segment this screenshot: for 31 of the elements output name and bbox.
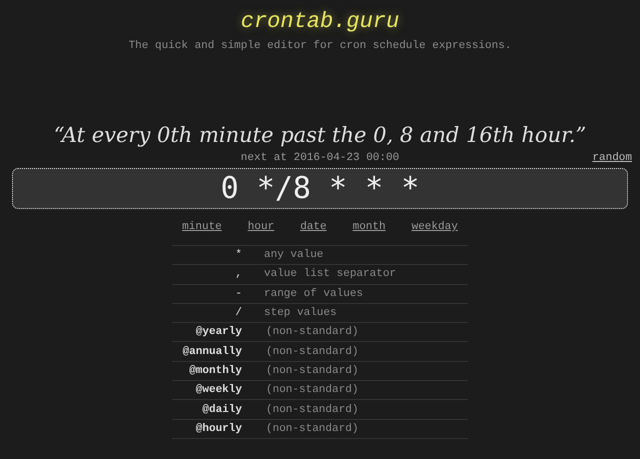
syntax-token: @yearly (194, 326, 242, 338)
field-link[interactable]: minute (182, 221, 222, 233)
syntax-token: - (234, 288, 242, 300)
syntax-token: , (234, 268, 242, 280)
syntax-token: / (234, 307, 242, 320)
next-run-text: next at 2016-04-23 00:00 (240, 152, 400, 166)
token-meaning: (non-standard) (266, 384, 358, 396)
token-meaning: (non-standard) (266, 326, 358, 338)
syntax-token: @daily (201, 404, 242, 416)
syntax-token: @monthly (188, 364, 242, 377)
random-link[interactable]: random (592, 152, 632, 164)
token-meaning: (non-standard) (266, 364, 358, 377)
syntax-token: * (234, 249, 242, 262)
token-meaning: (non-standard) (266, 422, 358, 435)
field-link[interactable]: hour (248, 221, 274, 233)
token-meaning: range of values (264, 288, 364, 300)
token-meaning: any value (264, 249, 324, 262)
syntax-token: @weekly (194, 384, 242, 396)
syntax-token: @annually (182, 346, 242, 358)
tagline: The quick and simple editor for cron schedule expressions. (128, 40, 512, 52)
token-meaning: step values (264, 307, 337, 320)
token-meaning: (non-standard) (266, 404, 358, 416)
syntax-token: @hourly (194, 422, 242, 435)
schedule-description: “At every 0th minute past the 0, 8 and 16th hour.” (54, 122, 586, 148)
field-link[interactable]: weekday (412, 221, 458, 233)
site-logo: crontab.guru (240, 8, 400, 36)
cron-expression-field[interactable]: 0 */8 * * * (12, 168, 628, 209)
field-link[interactable]: month (352, 221, 386, 233)
token-meaning: (non-standard) (266, 346, 358, 358)
token-meaning: value list separator (264, 268, 396, 280)
field-link[interactable]: date (300, 221, 327, 233)
